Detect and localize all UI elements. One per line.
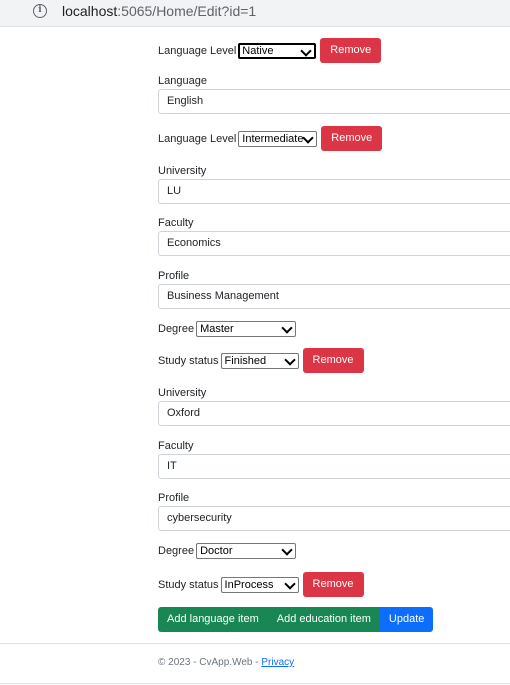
- remove-language-button[interactable]: Remove: [320, 38, 382, 63]
- degree-row-2: Degree Doctor: [158, 543, 297, 559]
- form-actions: Add language item Add education item Upd…: [158, 607, 434, 632]
- language-input[interactable]: English: [158, 89, 510, 114]
- study-status-select[interactable]: Finished: [220, 352, 299, 369]
- footer: © 2023 - CvApp.Web - Privacy: [158, 657, 294, 668]
- language-level-row-2: Language Level Intermediate Remove: [158, 126, 383, 151]
- language-level-select[interactable]: Intermediate: [238, 130, 318, 147]
- url-field[interactable]: localhost:5065/Home/Edit?id=1: [62, 3, 256, 19]
- language-level-value: Intermediate: [242, 132, 304, 145]
- remove-education-button[interactable]: Remove: [302, 572, 364, 597]
- study-status-row-1: Study status Finished Remove: [158, 348, 364, 373]
- degree-select[interactable]: Master: [196, 321, 297, 337]
- study-status-select[interactable]: InProcess: [220, 576, 299, 593]
- faculty-input[interactable]: Economics: [158, 231, 510, 256]
- language-label: Language: [158, 75, 207, 87]
- degree-value: Master: [200, 323, 234, 335]
- chevron-down-icon: [281, 544, 293, 556]
- profile-label: Profile: [158, 270, 190, 282]
- browser-address-bar: i localhost:5065/Home/Edit?id=1: [0, 0, 510, 27]
- chevron-down-icon: [281, 322, 293, 334]
- university-label: University: [158, 165, 207, 177]
- profile-label: Profile: [158, 492, 190, 504]
- language-level-row-1: Language Level Native Remove: [158, 38, 382, 63]
- footer-divider: [0, 643, 510, 644]
- url-host: localhost: [62, 3, 118, 19]
- study-status-row-2: Study status InProcess Remove: [158, 572, 364, 597]
- language-level-label: Language Level: [158, 132, 237, 145]
- degree-row-1: Degree Master: [158, 321, 297, 337]
- language-level-select[interactable]: Native: [238, 42, 317, 59]
- chevron-down-icon: [302, 131, 314, 144]
- update-button[interactable]: Update: [379, 607, 434, 632]
- language-level-label: Language Level: [158, 44, 237, 57]
- remove-language-button[interactable]: Remove: [321, 126, 383, 151]
- study-status-label: Study status: [158, 578, 219, 591]
- university-label: University: [158, 387, 207, 399]
- profile-input[interactable]: cybersecurity: [158, 506, 510, 531]
- chevron-down-icon: [283, 353, 296, 366]
- study-status-value: Finished: [224, 354, 267, 367]
- footer-copyright: © 2023 - CvApp.Web -: [158, 657, 262, 668]
- university-input[interactable]: Oxford: [158, 401, 510, 426]
- degree-label: Degree: [158, 323, 195, 335]
- footer-bottom-divider: [0, 683, 510, 684]
- add-language-item-button[interactable]: Add language item: [158, 607, 268, 632]
- profile-input[interactable]: Business Management: [158, 284, 510, 309]
- chevron-down-icon: [300, 44, 312, 57]
- remove-education-button[interactable]: Remove: [302, 348, 364, 373]
- degree-label: Degree: [158, 545, 195, 557]
- info-icon[interactable]: i: [33, 4, 47, 18]
- url-path: :5065/Home/Edit?id=1: [117, 3, 257, 19]
- faculty-label: Faculty: [158, 440, 194, 452]
- degree-select[interactable]: Doctor: [196, 543, 297, 559]
- faculty-label: Faculty: [158, 217, 194, 229]
- privacy-link[interactable]: Privacy: [261, 657, 294, 668]
- university-input[interactable]: LU: [158, 179, 510, 204]
- faculty-input[interactable]: IT: [158, 454, 510, 479]
- degree-value: Doctor: [200, 545, 233, 557]
- add-education-item-button[interactable]: Add education item: [267, 607, 380, 632]
- chevron-down-icon: [283, 577, 296, 590]
- language-level-value: Native: [242, 44, 274, 57]
- study-status-value: InProcess: [224, 578, 274, 591]
- study-status-label: Study status: [158, 354, 219, 367]
